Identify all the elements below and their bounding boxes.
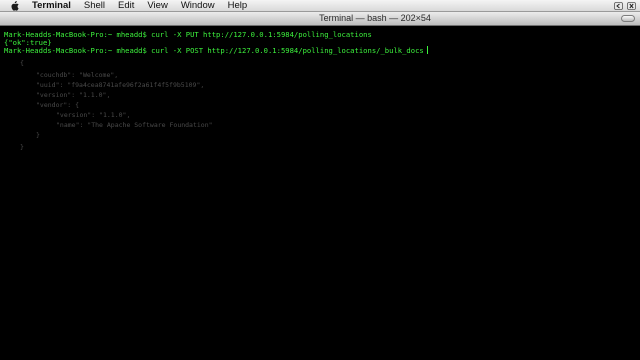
toolbar-toggle-button[interactable] <box>621 15 635 22</box>
json-line: "version": "1.1.0", <box>36 91 111 99</box>
window-title: Terminal — bash — 202×54 <box>319 13 431 23</box>
json-line: } <box>20 143 24 151</box>
json-line: "version": "1.1.0", <box>56 111 131 119</box>
terminal-line-command-post-text: Mark-Headds-MacBook-Pro:~ mheadd$ curl -… <box>4 46 424 55</box>
menu-edit[interactable]: Edit <box>118 0 134 12</box>
json-line: { <box>20 59 24 67</box>
menubar-status-area <box>612 0 638 12</box>
menu-terminal[interactable]: Terminal <box>32 0 71 12</box>
terminal-line-command-post: Mark-Headds-MacBook-Pro:~ mheadd$ curl -… <box>4 46 428 55</box>
terminal-output[interactable]: Mark-Headds-MacBook-Pro:~ mheadd$ curl -… <box>0 27 640 360</box>
menu-window[interactable]: Window <box>181 0 215 12</box>
window-title-bar[interactable]: Terminal — bash — 202×54 <box>0 12 640 26</box>
json-line: "uuid": "f9a4cea8741afe96f2a61f4f5f9b510… <box>36 81 205 89</box>
back-icon[interactable] <box>612 1 625 11</box>
json-line: "vendor": { <box>36 101 80 109</box>
text-cursor <box>426 46 428 54</box>
json-line: } <box>36 131 40 139</box>
close-icon[interactable] <box>625 1 638 11</box>
json-line: "couchdb": "Welcome", <box>36 71 119 79</box>
menu-bar: Terminal Shell Edit View Window Help <box>0 0 640 12</box>
terminal-line-command-put: Mark-Headds-MacBook-Pro:~ mheadd$ curl -… <box>4 30 372 39</box>
apple-logo-icon[interactable] <box>8 0 20 12</box>
menu-view[interactable]: View <box>147 0 167 12</box>
json-line: "name": "The Apache Software Foundation" <box>56 121 213 129</box>
menu-help[interactable]: Help <box>228 0 248 12</box>
menu-shell[interactable]: Shell <box>84 0 105 12</box>
